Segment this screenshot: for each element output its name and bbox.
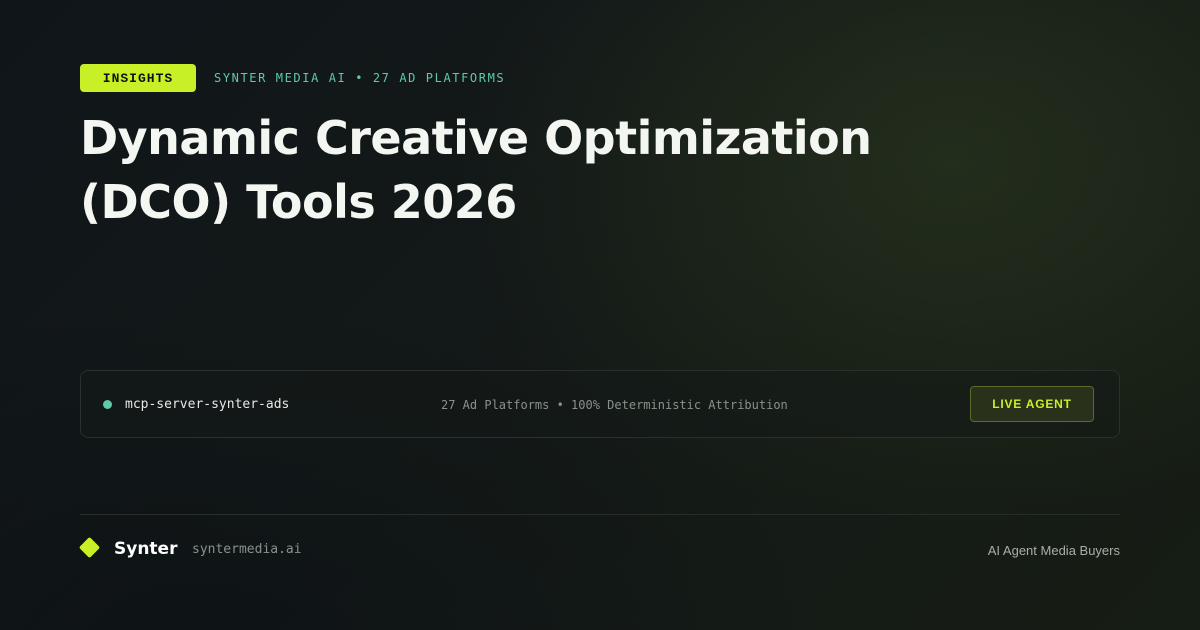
brand-name: Synter [114, 539, 178, 559]
category-badge: INSIGHTS [80, 64, 196, 92]
status-dot-icon [103, 400, 112, 409]
footer: Synter syntermedia.ai AI Agent Media Buy… [78, 535, 1120, 565]
domain-link[interactable]: syntermedia.ai [192, 542, 302, 557]
og-card: INSIGHTS SYNTER MEDIA AI • 27 AD PLATFOR… [0, 0, 1200, 630]
agent-panel: mcp-server-synter-ads 27 Ad Platforms • … [80, 370, 1120, 438]
panel-meta: 27 Ad Platforms • 100% Deterministic Att… [441, 398, 788, 412]
server-name: mcp-server-synter-ads [125, 397, 290, 412]
page-title: Dynamic Creative Optimization (DCO) Tool… [80, 111, 872, 229]
footer-divider [80, 514, 1120, 515]
tagline: AI Agent Media Buyers [987, 543, 1120, 558]
header-row: INSIGHTS SYNTER MEDIA AI • 27 AD PLATFOR… [80, 64, 505, 92]
live-agent-button[interactable]: LIVE AGENT [970, 386, 1094, 422]
kicker-text: SYNTER MEDIA AI • 27 AD PLATFORMS [214, 71, 506, 85]
diamond-icon [78, 536, 101, 559]
